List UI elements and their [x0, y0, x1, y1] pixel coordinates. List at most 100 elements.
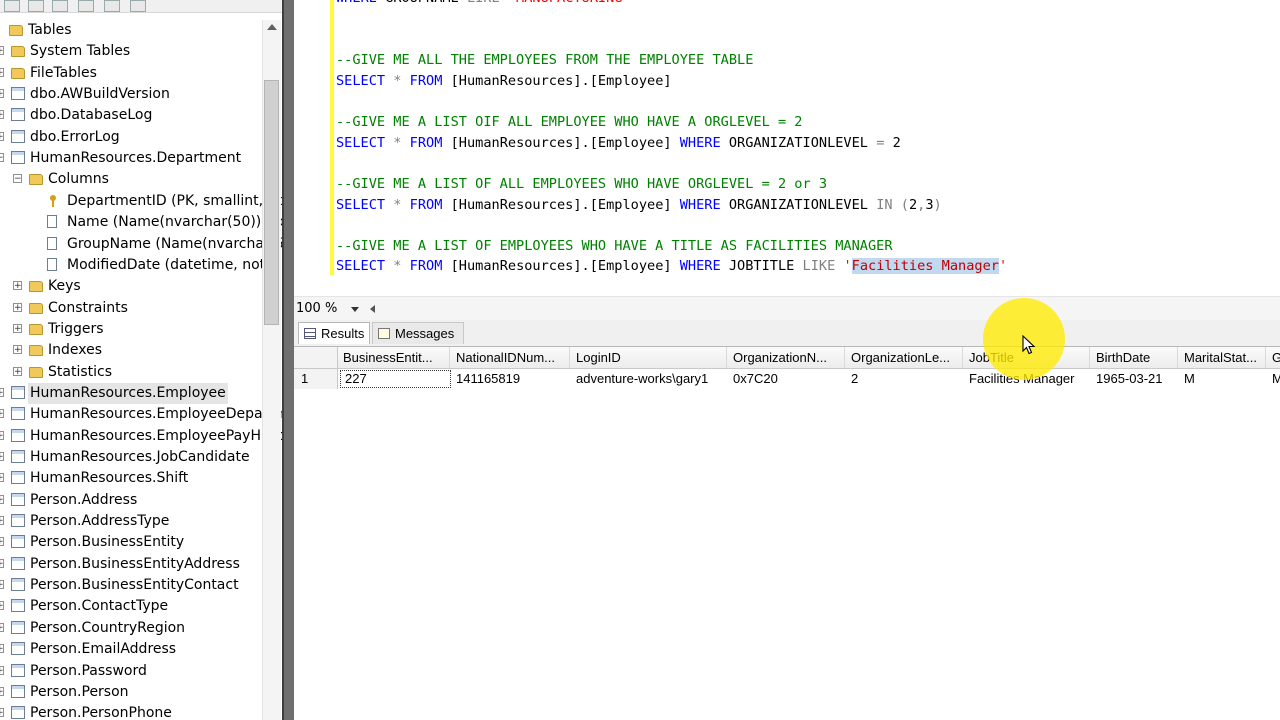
column-header[interactable]: OrganizationLe...: [845, 347, 963, 368]
tree-node-table-shift[interactable]: + HumanResources.Shift: [0, 468, 262, 489]
tree-node-columns-folder[interactable]: − Columns: [0, 169, 262, 190]
filter-icon[interactable]: [78, 0, 94, 12]
expand-icon[interactable]: +: [0, 473, 4, 483]
code-line[interactable]: SELECT * FROM [HumanResources].[Employee…: [336, 72, 672, 90]
tree-node-triggers-folder[interactable]: + Triggers: [0, 319, 262, 340]
tree-node-table-emailaddress[interactable]: + Person.EmailAddress: [0, 639, 262, 660]
expand-icon[interactable]: +: [0, 89, 4, 99]
refresh-icon[interactable]: [104, 0, 120, 12]
tree-node-column-modifieddate[interactable]: ModifiedDate (datetime, not r: [0, 255, 275, 276]
grid-cell[interactable]: 227: [339, 369, 452, 389]
scroll-thumb[interactable]: [264, 80, 279, 325]
expand-icon[interactable]: +: [0, 387, 4, 397]
code-line[interactable]: --GIVE ME A LIST OF EMPLOYEES WHO HAVE A…: [336, 237, 893, 255]
tree-node-keys-folder[interactable]: + Keys: [0, 276, 262, 297]
expand-icon[interactable]: +: [0, 67, 4, 77]
column-header[interactable]: NationalIDNum...: [450, 347, 570, 368]
expand-icon[interactable]: +: [0, 430, 4, 440]
expand-icon[interactable]: +: [0, 558, 4, 568]
tree-node-table-businessentity[interactable]: + Person.BusinessEntity: [0, 532, 262, 553]
tree-node-table-personphone[interactable]: + Person.PersonPhone: [0, 703, 262, 720]
expand-icon[interactable]: +: [0, 131, 4, 141]
grid-cell[interactable]: 2: [845, 369, 963, 389]
code-line[interactable]: --GIVE ME A LIST OIF ALL EMPLOYEE WHO HA…: [336, 113, 803, 131]
tree-node-column-name[interactable]: Name (Name(nvarchar(50)), nc: [0, 212, 282, 233]
tree-node-table-jobcandidate[interactable]: + HumanResources.JobCandidate: [0, 447, 262, 468]
collapse-icon[interactable]: −: [0, 153, 4, 163]
expand-icon[interactable]: +: [0, 665, 4, 675]
tree-node-table-department[interactable]: − HumanResources.Department: [0, 148, 262, 169]
disconnect-icon[interactable]: [28, 0, 44, 12]
grid-cell[interactable]: M: [1178, 369, 1266, 389]
tree-node-column-groupname[interactable]: GroupName (Name(nvarchar(5: [0, 234, 282, 255]
code-line[interactable]: --GIVE ME ALL THE EMPLOYEES FROM THE EMP…: [336, 51, 753, 69]
tree-node-indexes-folder[interactable]: + Indexes: [0, 340, 262, 361]
zoom-dropdown-icon[interactable]: [351, 307, 359, 312]
expand-icon[interactable]: +: [0, 110, 4, 120]
column-header[interactable]: BirthDate: [1090, 347, 1178, 368]
grid-cell[interactable]: 141165819: [450, 369, 570, 389]
code-line[interactable]: WHERE GROUPNAME LIKE 'MANUFACTURING': [336, 0, 631, 7]
expand-icon[interactable]: +: [0, 580, 4, 590]
expand-icon[interactable]: +: [0, 452, 4, 462]
tree-node-table-countryregion[interactable]: + Person.CountryRegion: [0, 618, 262, 639]
expand-icon[interactable]: +: [0, 601, 4, 611]
tree-node-table-address[interactable]: + Person.Address: [0, 490, 262, 511]
tree-node-system-tables-folder[interactable]: + System Tables: [0, 41, 262, 62]
expand-icon[interactable]: +: [0, 644, 4, 654]
corner-header[interactable]: [294, 347, 338, 368]
grid-cell[interactable]: 1965-03-21: [1090, 369, 1178, 389]
expand-icon[interactable]: +: [0, 409, 4, 419]
code-line[interactable]: SELECT * FROM [HumanResources].[Employee…: [336, 134, 901, 152]
code-line[interactable]: SELECT * FROM [HumanResources].[Employee…: [336, 196, 942, 214]
column-header[interactable]: MaritalStat...: [1178, 347, 1266, 368]
tab-messages[interactable]: Messages: [372, 322, 464, 344]
tree-node-table-password[interactable]: + Person.Password: [0, 661, 262, 682]
tree-node-table-employee[interactable]: + HumanResources.Employee: [0, 382, 262, 404]
expand-icon[interactable]: +: [13, 366, 22, 376]
tree-node-table-addresstype[interactable]: + Person.AddressType: [0, 511, 262, 532]
explorer-scrollbar[interactable]: [262, 20, 281, 720]
tree-node-tables-folder[interactable]: Tables: [0, 20, 262, 41]
tree-node-table-awbuildversion[interactable]: + dbo.AWBuildVersion: [0, 84, 262, 105]
expand-icon[interactable]: +: [13, 323, 22, 333]
expand-icon[interactable]: +: [0, 622, 4, 632]
expand-icon[interactable]: +: [13, 281, 22, 291]
zoom-level[interactable]: 100 %: [296, 301, 337, 316]
pane-splitter[interactable]: [282, 0, 294, 720]
code-line[interactable]: --GIVE ME A LIST OF ALL EMPLOYEES WHO HA…: [336, 175, 827, 193]
expand-icon[interactable]: +: [0, 516, 4, 526]
grid-cell[interactable]: adventure-works\gary1: [570, 369, 727, 389]
grid-cell[interactable]: 0x7C20: [727, 369, 845, 389]
grid-cell[interactable]: M: [1266, 369, 1280, 389]
expand-icon[interactable]: +: [0, 46, 4, 56]
tree-node-column-departmentid[interactable]: DepartmentID (PK, smallint, nc: [0, 191, 282, 212]
tree-node-table-errorlog[interactable]: + dbo.ErrorLog: [0, 127, 262, 148]
tree-node-table-contacttype[interactable]: + Person.ContactType: [0, 596, 262, 617]
column-header[interactable]: G: [1266, 347, 1280, 368]
connect-icon[interactable]: [4, 0, 20, 12]
tree-node-statistics-folder[interactable]: + Statistics: [0, 362, 262, 383]
activity-icon[interactable]: [130, 0, 146, 12]
column-header[interactable]: BusinessEntit...: [337, 347, 450, 368]
expand-icon[interactable]: +: [0, 494, 4, 504]
row-number[interactable]: 1: [294, 369, 338, 389]
tree-node-table-person[interactable]: + Person.Person: [0, 682, 262, 703]
expand-icon[interactable]: +: [0, 537, 4, 547]
expand-icon[interactable]: +: [0, 708, 4, 718]
tree-node-filetables-folder[interactable]: + FileTables: [0, 63, 262, 84]
expand-icon[interactable]: +: [0, 686, 4, 696]
collapse-icon[interactable]: −: [13, 174, 22, 184]
stop-icon[interactable]: [52, 0, 68, 12]
column-header[interactable]: LoginID: [570, 347, 727, 368]
results-grid[interactable]: BusinessEntit... NationalIDNum... LoginID O…: [294, 347, 1280, 720]
tree-node-constraints-folder[interactable]: + Constraints: [0, 298, 262, 319]
expand-icon[interactable]: +: [13, 345, 22, 355]
tab-results[interactable]: Results: [298, 322, 370, 344]
tree-node-table-databaselog[interactable]: + dbo.DatabaseLog: [0, 105, 262, 126]
tree-node-table-employeepayhistory[interactable]: + HumanResources.EmployeePayHisto: [0, 426, 282, 447]
column-header[interactable]: OrganizationN...: [727, 347, 845, 368]
tree-node-table-businessentityaddress[interactable]: + Person.BusinessEntityAddress: [0, 554, 262, 575]
query-editor[interactable]: WHERE GROUPNAME LIKE 'MANUFACTURING' --GI…: [294, 0, 1280, 296]
expand-icon[interactable]: +: [13, 302, 22, 312]
